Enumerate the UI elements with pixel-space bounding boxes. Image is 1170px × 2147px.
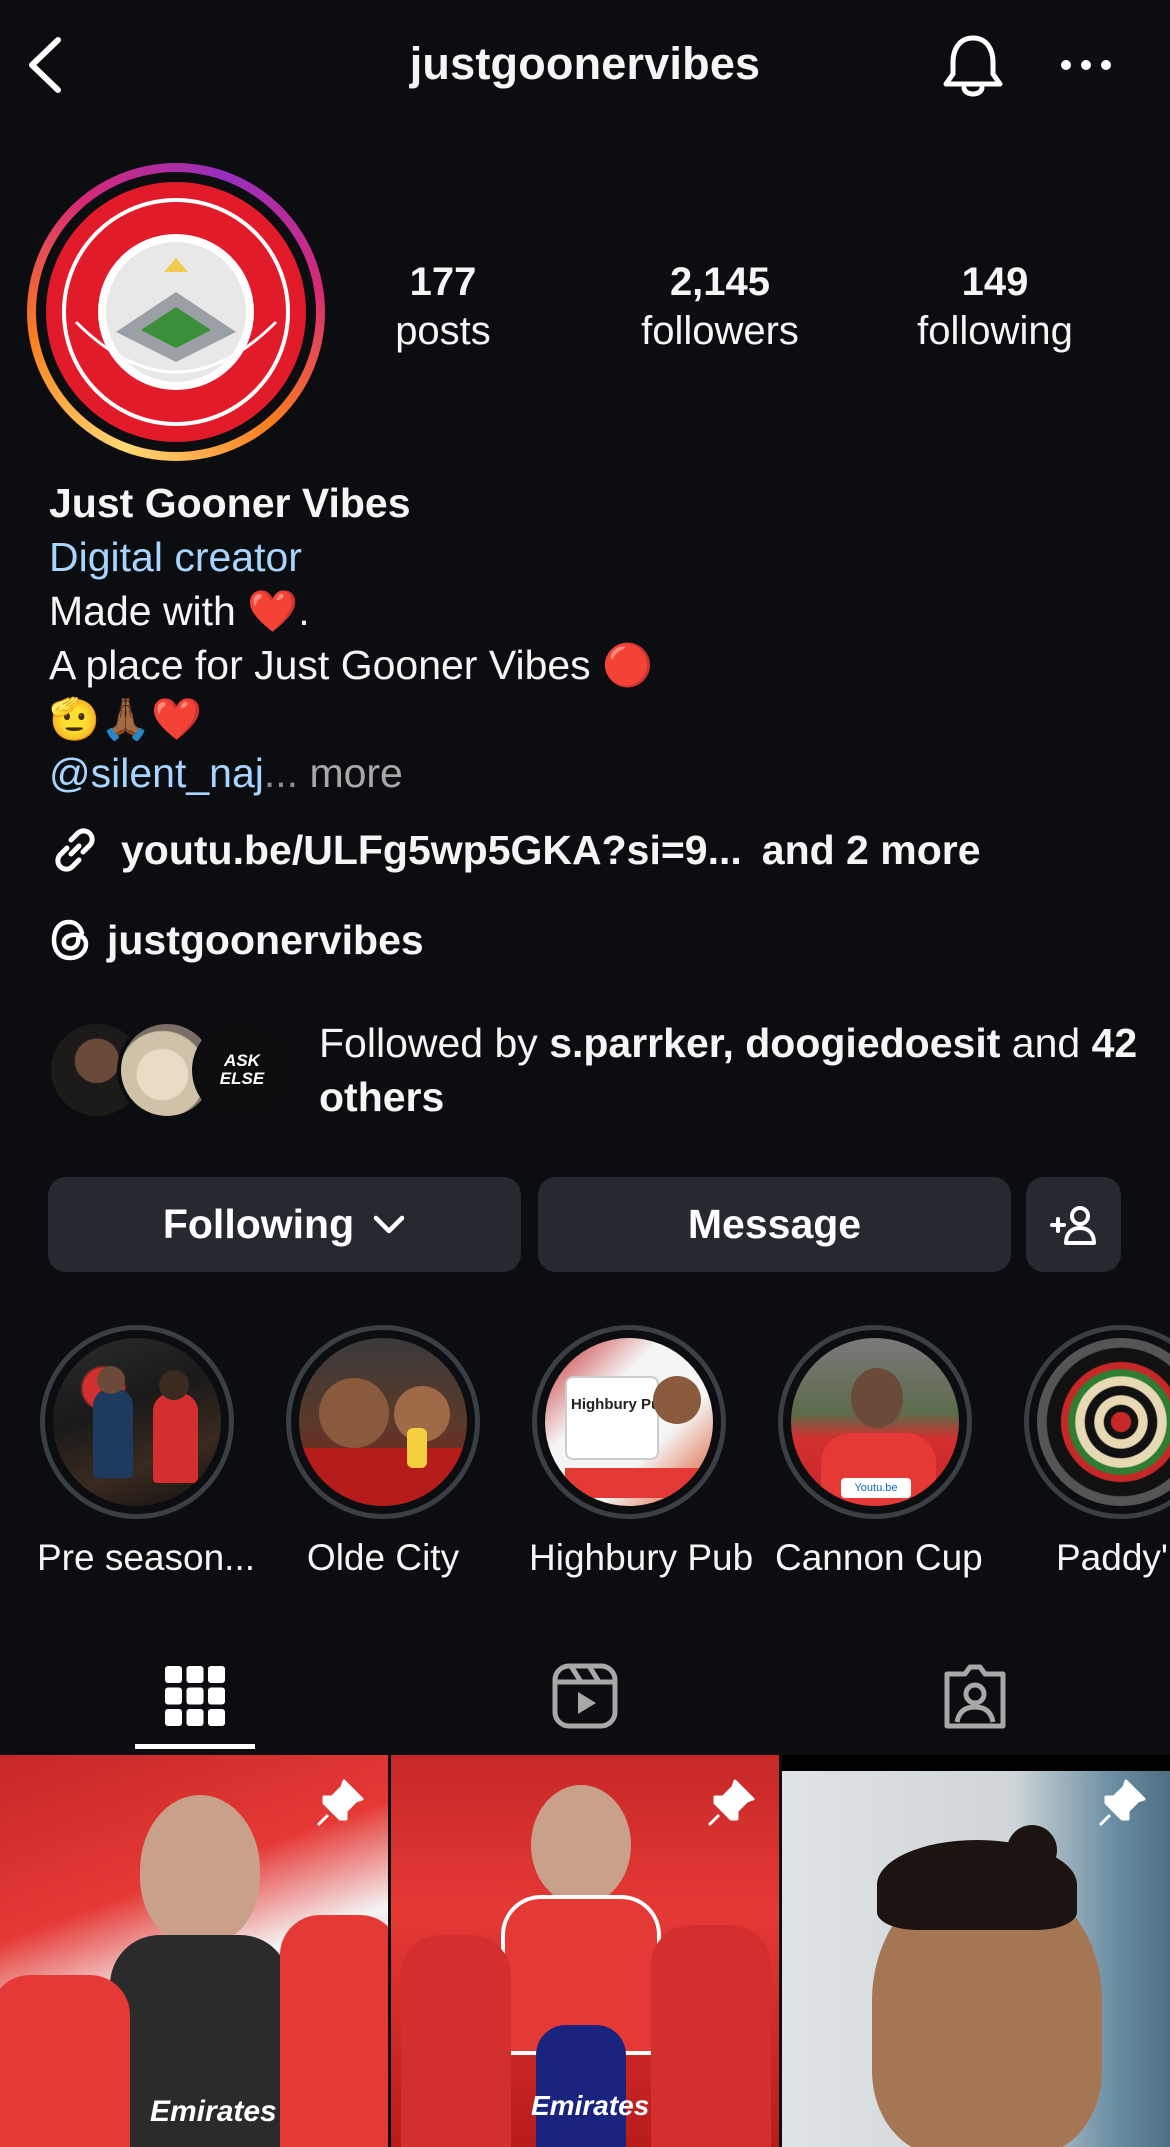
highlight-cannon-cup[interactable]: Youtu.be Cannon Cup	[775, 1325, 983, 1579]
followed-by-text: Followed by s.parrker, doogiedoesit and …	[319, 1016, 1169, 1124]
pin-icon	[316, 1779, 364, 1827]
active-tab-indicator	[135, 1744, 255, 1749]
grid-post-2[interactable]: Emirates	[391, 1755, 779, 2147]
profile-display-name: Just Gooner Vibes	[49, 480, 411, 526]
posts-count[interactable]: 177 posts	[363, 258, 523, 356]
highlight-thumb-highbury-pub: Highbury Pub	[545, 1338, 713, 1506]
highlight-thumb-olde-city	[299, 1338, 467, 1506]
chevron-down-icon	[373, 1215, 405, 1233]
profile-avatar[interactable]	[27, 163, 325, 461]
highlight-thumb-cannon-cup: Youtu.be	[791, 1338, 959, 1506]
posts-label: posts	[395, 309, 491, 353]
grid-icon	[165, 1666, 225, 1726]
suggested-users-button[interactable]	[1026, 1177, 1121, 1272]
reels-icon	[552, 1663, 618, 1729]
followed-by-user-2: doogiedoesit	[745, 1020, 1001, 1066]
link-more-text: and 2 more	[761, 826, 981, 873]
pin-icon	[1098, 1779, 1146, 1827]
bio-line-2: A place for Just Gooner Vibes 🔴	[49, 642, 654, 688]
highlight-thumb-text: Youtu.be	[841, 1478, 911, 1498]
followers-label: followers	[641, 309, 799, 353]
just-gooner-vibes-logo	[46, 182, 306, 442]
pin-icon	[707, 1779, 755, 1827]
highlight-olde-city[interactable]: Olde City	[283, 1325, 483, 1579]
bell-icon[interactable]	[940, 30, 1006, 100]
bio-mention-link[interactable]: @silent_naj	[49, 750, 264, 796]
highlight-label: Cannon Cup	[775, 1537, 983, 1578]
message-button-label: Message	[687, 1201, 862, 1247]
link-text: youtu.be/ULFg5wp5GKA?si=9...	[121, 826, 742, 873]
following-number: 149	[961, 260, 1029, 304]
grid-post-2-text: Emirates	[531, 2090, 650, 2121]
highlight-pre-season[interactable]: Pre season...	[37, 1325, 256, 1579]
highlight-label: Olde City	[306, 1537, 460, 1578]
mutual-follower-avatars: ASK ELSE	[47, 1020, 297, 1120]
bio-line-1: Made with ❤️.	[49, 588, 310, 634]
threads-profile-link[interactable]: justgoonervibes	[49, 910, 424, 970]
mutual-follower-avatar-3: ASK ELSE	[192, 1020, 292, 1120]
grid-post-1-text: Emirates	[150, 2095, 277, 2128]
following-button-label: Following	[162, 1201, 355, 1247]
avatar-3-text: ASK ELSE	[219, 1051, 265, 1088]
tab-reels[interactable]	[390, 1640, 780, 1752]
grid-post-1[interactable]: Emirates	[0, 1755, 388, 2147]
more-options-icon[interactable]	[1058, 50, 1114, 80]
profile-category: Digital creator	[49, 534, 302, 580]
profile-bio: Just Gooner Vibes Digital creator Made w…	[49, 476, 1139, 800]
tab-tagged[interactable]	[780, 1640, 1170, 1752]
bio-line-4: @silent_naj... more	[49, 746, 1139, 800]
message-button[interactable]: Message	[538, 1177, 1011, 1272]
external-link[interactable]: youtu.be/ULFg5wp5GKA?si=9... and 2 more	[49, 820, 981, 880]
highlight-paddys[interactable]: Paddy'	[1021, 1325, 1170, 1579]
bio-line-3: 🫡🙏🏾❤️	[49, 696, 203, 742]
threads-handle: justgoonervibes	[107, 916, 424, 963]
bio-ellipsis: ...	[263, 750, 299, 796]
threads-icon	[51, 919, 89, 961]
mutual-followers[interactable]: ASK ELSE Followed by s.parrker, doogiedo…	[47, 1020, 1157, 1120]
tagged-icon	[944, 1664, 1006, 1729]
following-button[interactable]: Following	[48, 1177, 521, 1272]
highlight-label: Pre season...	[37, 1537, 256, 1578]
bio-more-button[interactable]: more	[309, 750, 402, 796]
followed-by-user-1: s.parrker	[549, 1020, 723, 1066]
followers-number: 2,145	[669, 260, 771, 304]
add-user-icon	[1049, 1205, 1096, 1245]
grid-post-3[interactable]	[782, 1755, 1170, 2147]
posts-grid: Emirates Emirates	[0, 1755, 1170, 2147]
highlight-thumb-paddys	[1037, 1338, 1170, 1506]
profile-content-tabs	[0, 1640, 1170, 1752]
tab-posts-grid[interactable]	[0, 1640, 390, 1752]
link-icon	[55, 828, 95, 872]
profile-header: justgoonervibes	[0, 0, 1170, 130]
followed-by-separator: ,	[722, 1020, 734, 1066]
following-label: following	[917, 309, 1073, 353]
highlight-highbury-pub[interactable]: Highbury Pub Highbury Pub	[529, 1325, 754, 1579]
highlight-thumb-pre-season	[53, 1338, 221, 1506]
highlight-label: Paddy'	[1056, 1537, 1168, 1578]
followed-by-and: and	[1011, 1020, 1081, 1066]
following-count[interactable]: 149 following	[900, 258, 1090, 356]
followed-by-prefix: Followed by	[319, 1020, 538, 1066]
highlight-label: Highbury Pub	[529, 1537, 754, 1578]
followers-count[interactable]: 2,145 followers	[620, 258, 820, 356]
posts-number: 177	[409, 260, 477, 304]
